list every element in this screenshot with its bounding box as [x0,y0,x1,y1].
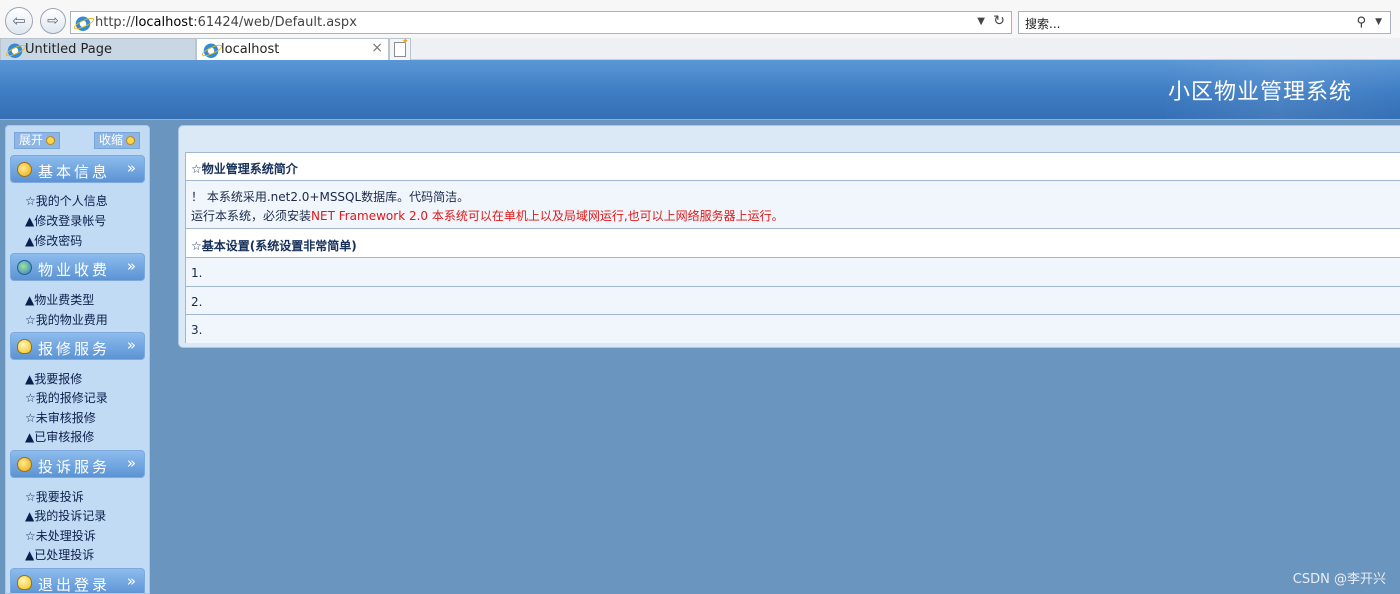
browser-navbar: ⇦ ⇨ http://localhost:61424/web/Default.a… [0,0,1400,38]
page-banner: 小区物业管理系统 [0,60,1400,120]
double-chevron-right-icon: » [126,454,136,472]
intro-header-row: ☆物业管理系统简介 [186,153,1400,181]
url-host: localhost [134,15,194,30]
url-path: :61424/web/Default.aspx [193,15,357,30]
table-row: 1. [186,258,1400,287]
double-chevron-right-icon: » [126,336,136,354]
section-property-fees[interactable]: 物业收费 » [10,253,145,281]
main-panel: ☆物业管理系统简介 ！ 本系统采用.net2.0+MSSQL数据库。代码简洁。 … [178,125,1400,348]
collapse-label: 收缩 [99,133,124,147]
step-3: 3. [191,323,203,337]
page-title: 小区物业管理系统 [1167,80,1352,105]
info-table: ☆物业管理系统简介 ！ 本系统采用.net2.0+MSSQL数据库。代码简洁。 … [185,152,1400,343]
menu-item-file-complaint[interactable]: ☆我要投诉 [25,488,84,505]
step-2: 2. [191,295,203,309]
menu-item-unreviewed-repairs[interactable]: ☆未审核报修 [25,409,96,426]
browser-chrome: ⇦ ⇨ http://localhost:61424/web/Default.a… [0,0,1400,60]
section-complaint-service[interactable]: 投诉服务 » [10,450,145,478]
collapse-all-button[interactable]: 收缩 [94,132,141,149]
smiley-icon [17,457,32,472]
menu-item-my-profile[interactable]: ☆我的个人信息 [25,192,108,209]
tab-bar: Untitled Page localhost × [0,37,1400,60]
menu-item-my-complaint-records[interactable]: ▲我的投诉记录 [25,507,106,524]
new-tab-icon [394,37,409,57]
menu-item-change-account[interactable]: ▲修改登录帐号 [25,212,106,229]
address-bar[interactable]: http://localhost:61424/web/Default.aspx … [70,11,1012,34]
bulb-icon [17,575,32,590]
ie-tab-icon [203,42,219,58]
ie-tab-icon [7,42,23,58]
new-tab-button[interactable] [389,37,411,60]
settings-title: ☆基本设置(系统设置非常简单) [191,239,357,253]
menu-item-reviewed-repairs[interactable]: ▲已审核报修 [25,428,94,445]
menu-item-fee-types[interactable]: ▲物业费类型 [25,291,94,308]
section-title: 基本信息 [38,163,111,181]
expand-all-button[interactable]: 展开 [14,132,61,149]
bulb-icon [17,339,32,354]
address-text[interactable]: http://localhost:61424/web/Default.aspx [95,15,357,30]
watermark: CSDN @李开兴 [1292,572,1386,587]
double-chevron-right-icon: » [126,257,136,275]
step-1: 1. [191,266,203,280]
section-repair-service[interactable]: 报修服务 » [10,332,145,360]
search-box[interactable]: 搜索... ⚲ ▼ [1018,11,1391,34]
menu-item-handled-complaints[interactable]: ▲已处理投诉 [25,546,94,563]
menu-item-request-repair[interactable]: ▲我要报修 [25,370,82,387]
menu-item-unhandled-complaints[interactable]: ☆未处理投诉 [25,527,96,544]
section-title: 报修服务 [38,340,111,358]
intro-line-2: 运行本系统，必须安装NET Framework 2.0 本系统可以在单机上以及局… [191,207,784,224]
menu-item-my-fees[interactable]: ☆我的物业费用 [25,311,108,328]
table-row: 3. [186,315,1400,343]
intro-body-row: ！ 本系统采用.net2.0+MSSQL数据库。代码简洁。 运行本系统，必须安装… [186,181,1400,229]
table-row: 2. [186,287,1400,315]
back-button[interactable]: ⇦ [5,7,33,35]
close-tab-icon[interactable]: × [371,40,383,56]
tab-untitled-page[interactable]: Untitled Page [0,38,196,60]
collapse-icon [126,136,136,145]
refresh-icon[interactable]: ↻ [993,13,1005,29]
search-input[interactable]: 搜索... [1025,15,1060,32]
intro-line-1: ！ 本系统采用.net2.0+MSSQL数据库。代码简洁。 [191,190,470,204]
section-title: 投诉服务 [38,458,111,476]
section-basic-info[interactable]: 基本信息 » [10,155,145,183]
settings-header-row: ☆基本设置(系统设置非常简单) [186,229,1400,258]
ie-page-icon [75,15,91,31]
tab-localhost[interactable]: localhost × [196,38,389,60]
intro-line-2-highlight: NET Framework 2.0 本系统可以在单机上以及局域网运行,也可以上网… [311,209,784,223]
intro-line-2-prefix: 运行本系统，必须安装 [191,209,312,223]
tab-label: Untitled Page [25,42,113,57]
back-arrow-icon: ⇦ [12,11,26,30]
search-dropdown-icon[interactable]: ▼ [1375,17,1382,27]
expand-icon [46,136,56,145]
url-prefix: http:// [95,15,135,30]
double-chevron-right-icon: » [126,572,136,590]
globe-icon [17,260,32,275]
expand-label: 展开 [19,133,44,147]
section-title: 物业收费 [38,261,111,279]
search-icon[interactable]: ⚲ [1356,15,1366,30]
forward-button[interactable]: ⇨ [40,8,66,34]
intro-title: ☆物业管理系统简介 [191,162,298,176]
forward-arrow-icon: ⇨ [47,13,59,29]
tab-label: localhost [221,42,280,57]
section-title: 退出登录 [38,576,111,594]
address-dropdown-icon[interactable]: ▼ [977,16,985,27]
menu-item-change-password[interactable]: ▲修改密码 [25,232,82,249]
smiley-icon [17,162,32,177]
sidebar: 展开 收缩 基本信息 » ☆我的个人信息 ▲修改登录帐号 ▲修改密码 物业收费 … [5,125,150,594]
double-chevron-right-icon: » [126,159,136,177]
menu-item-my-repair-records[interactable]: ☆我的报修记录 [25,389,108,406]
section-logout[interactable]: 退出登录 » [10,568,145,594]
